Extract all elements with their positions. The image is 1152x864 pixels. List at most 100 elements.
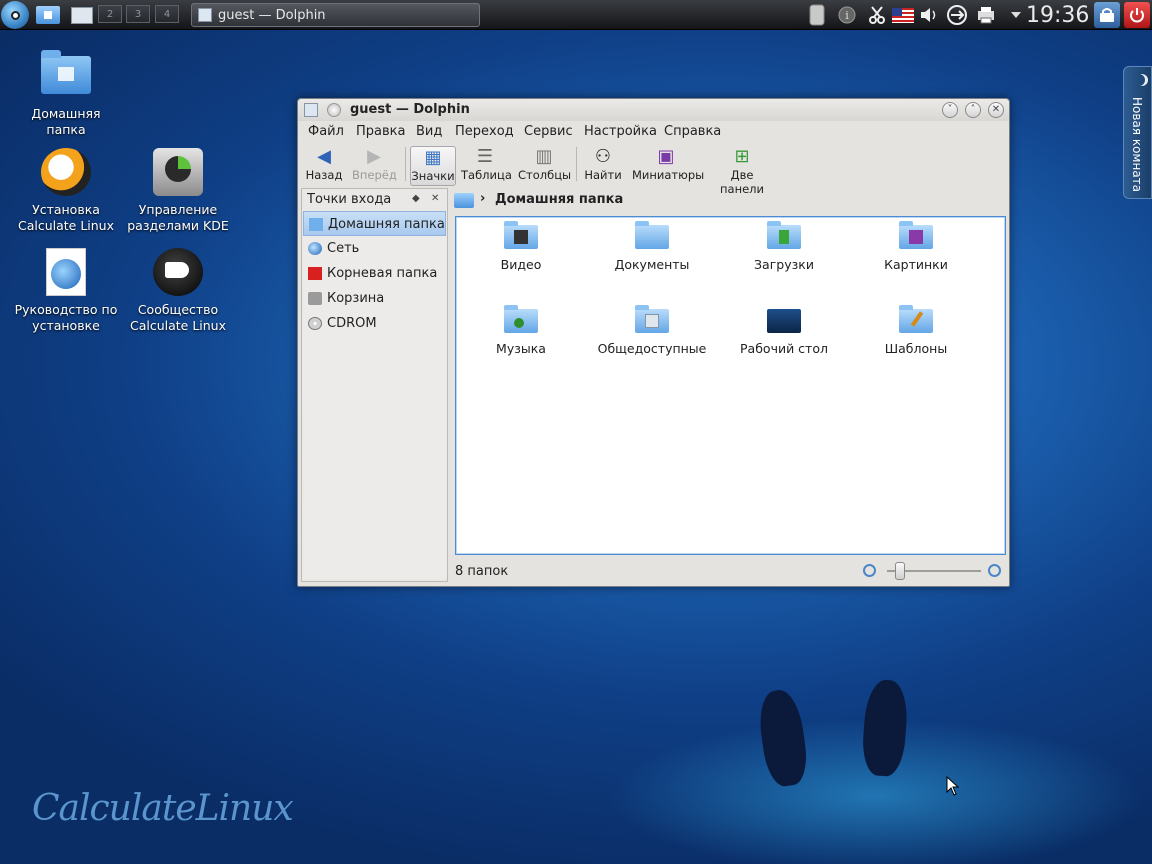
- places-item-root[interactable]: Корневая папка: [303, 261, 446, 286]
- places-panel: Точки входа ◆ ✕ Домашняя папка Сеть Корн…: [301, 188, 448, 582]
- breadcrumb-chevron-icon[interactable]: ›: [480, 191, 485, 206]
- columns-view-button[interactable]: ▥ Столбцы: [518, 146, 571, 186]
- logout-button[interactable]: [1124, 2, 1150, 28]
- desktop-icon-installer[interactable]: Установка Calculate Linux: [11, 148, 121, 234]
- preview-icon: ▣: [657, 146, 675, 167]
- menu-file[interactable]: Файл: [308, 124, 344, 139]
- folder-label: Загрузки: [754, 257, 814, 272]
- dolphin-window: guest — Dolphin ˅ ˄ ✕ Файл Правка Вид Пе…: [297, 98, 1010, 587]
- folder-item-documents[interactable]: Документы: [587, 221, 717, 272]
- menu-tools[interactable]: Сервис: [524, 124, 573, 139]
- details-view-button[interactable]: ☰ Таблица: [461, 146, 512, 186]
- scissors-icon[interactable]: [866, 4, 888, 26]
- columns-view-icon: ▥: [535, 146, 553, 167]
- folder-label: Шаблоны: [884, 341, 948, 356]
- trash-tray-icon[interactable]: [806, 4, 828, 26]
- network-icon[interactable]: [946, 4, 968, 26]
- menu-edit[interactable]: Правка: [356, 124, 405, 139]
- desktop-icon-install-guide[interactable]: Руководство по установке: [11, 248, 121, 334]
- desktop-icon-community[interactable]: Сообщество Calculate Linux: [123, 248, 233, 334]
- lock-icon: [1100, 8, 1114, 22]
- desktop-icon-partition-manager[interactable]: Управление разделами KDE: [123, 148, 233, 234]
- app-launcher-button[interactable]: [1, 1, 29, 29]
- home-folder-launcher[interactable]: [33, 3, 63, 27]
- places-item-trash[interactable]: Корзина: [303, 286, 446, 311]
- mouse-cursor-icon: [946, 776, 960, 796]
- zoom-in-icon[interactable]: [988, 564, 1001, 577]
- icons-view-icon: ▦: [424, 147, 442, 168]
- launcher-logo-icon: [10, 10, 20, 20]
- forward-button[interactable]: ▶ Вперёд: [352, 146, 397, 186]
- window-titlebar[interactable]: guest — Dolphin ˅ ˄ ✕: [298, 99, 1009, 121]
- tray-expand-icon[interactable]: [1005, 4, 1027, 26]
- find-button[interactable]: ⚇ Найти: [584, 146, 622, 186]
- menu-settings[interactable]: Настройка: [584, 124, 657, 139]
- info-tray-icon[interactable]: i: [836, 4, 858, 26]
- back-button[interactable]: ◀ Назад: [304, 146, 344, 186]
- zoom-slider-handle[interactable]: [895, 562, 905, 580]
- desktop-window-icon: [71, 6, 93, 24]
- pager-desktop-4[interactable]: 4: [155, 5, 179, 23]
- zoom-out-icon[interactable]: [863, 564, 876, 577]
- activity-side-tab[interactable]: Новая комната: [1123, 66, 1152, 199]
- folder-item-downloads[interactable]: Загрузки: [719, 221, 849, 272]
- megaphone-bubble-icon: [153, 248, 203, 296]
- volume-icon[interactable]: [918, 4, 940, 26]
- folder-label: Документы: [614, 257, 690, 272]
- lock-screen-button[interactable]: [1094, 2, 1120, 28]
- menu-help[interactable]: Справка: [664, 124, 721, 139]
- pager-desktop-2[interactable]: 2: [98, 5, 122, 23]
- preview-button[interactable]: ▣ Миниатюры: [632, 146, 704, 186]
- menu-view[interactable]: Вид: [416, 124, 442, 139]
- pager-desktop-3[interactable]: 3: [126, 5, 150, 23]
- file-view[interactable]: Видео Документы Загрузки Картинки Музыка…: [455, 216, 1006, 555]
- folder-item-public[interactable]: Общедоступные: [587, 305, 717, 356]
- disk-partition-icon: [153, 148, 203, 196]
- documents-folder-icon: [635, 221, 669, 249]
- icons-view-button[interactable]: ▦ Значки: [410, 146, 456, 186]
- places-close-button[interactable]: ✕: [431, 193, 439, 204]
- desktop-icon-home[interactable]: Домашняя папка: [11, 50, 121, 138]
- split-view-button[interactable]: ⊞ Две панели: [710, 146, 774, 196]
- folder-item-music[interactable]: Музыка: [456, 305, 586, 356]
- desktop-icon-label: Управление разделами KDE: [127, 202, 229, 233]
- templates-folder-icon: [899, 305, 933, 333]
- folder-item-pictures[interactable]: Картинки: [851, 221, 981, 272]
- maximize-button[interactable]: ˄: [965, 102, 981, 118]
- pin-on-all-desktops-icon[interactable]: [327, 103, 341, 117]
- window-menu-icon[interactable]: [304, 103, 318, 117]
- places-item-home[interactable]: Домашняя папка: [303, 211, 446, 236]
- places-float-button[interactable]: ◆: [412, 193, 420, 204]
- back-arrow-icon: ◀: [317, 146, 331, 167]
- places-item-network[interactable]: Сеть: [303, 236, 446, 261]
- power-icon: [1130, 8, 1144, 23]
- home-folder-icon: [41, 50, 91, 94]
- pictures-folder-icon: [899, 221, 933, 249]
- keyboard-layout-flag-icon[interactable]: [892, 4, 914, 26]
- desktop-folder-icon: [767, 309, 801, 333]
- dolphin-app-icon: [198, 8, 212, 22]
- printer-icon[interactable]: [975, 4, 997, 26]
- menu-go[interactable]: Переход: [455, 124, 514, 139]
- desktop-icon-label: Установка Calculate Linux: [17, 202, 115, 233]
- taskbar-dolphin-task[interactable]: guest — Dolphin: [191, 3, 480, 27]
- breadcrumb-current[interactable]: Домашняя папка: [495, 192, 623, 207]
- forward-arrow-icon: ▶: [367, 146, 381, 167]
- music-folder-icon: [504, 305, 538, 333]
- clock[interactable]: 19:36: [1026, 1, 1089, 29]
- places-title: Точки входа: [307, 192, 392, 207]
- minimize-button[interactable]: ˅: [942, 102, 958, 118]
- desktop-icon-label: Домашняя папка: [31, 106, 101, 137]
- breadcrumb-home-icon[interactable]: [454, 193, 474, 208]
- folder-item-templates[interactable]: Шаблоны: [851, 305, 981, 356]
- downloads-folder-icon: [767, 221, 801, 249]
- trash-icon: [308, 292, 322, 305]
- folder-item-desktop[interactable]: Рабочий стол: [719, 309, 849, 356]
- folder-item-video[interactable]: Видео: [456, 221, 586, 272]
- close-button[interactable]: ✕: [988, 102, 1004, 118]
- details-view-icon: ☰: [476, 146, 494, 167]
- folder-label: Картинки: [884, 257, 948, 272]
- places-item-cdrom[interactable]: CDROM: [303, 311, 446, 336]
- calculate-linux-logo: CalculateLinux: [32, 788, 294, 829]
- show-desktop-button[interactable]: [68, 3, 96, 27]
